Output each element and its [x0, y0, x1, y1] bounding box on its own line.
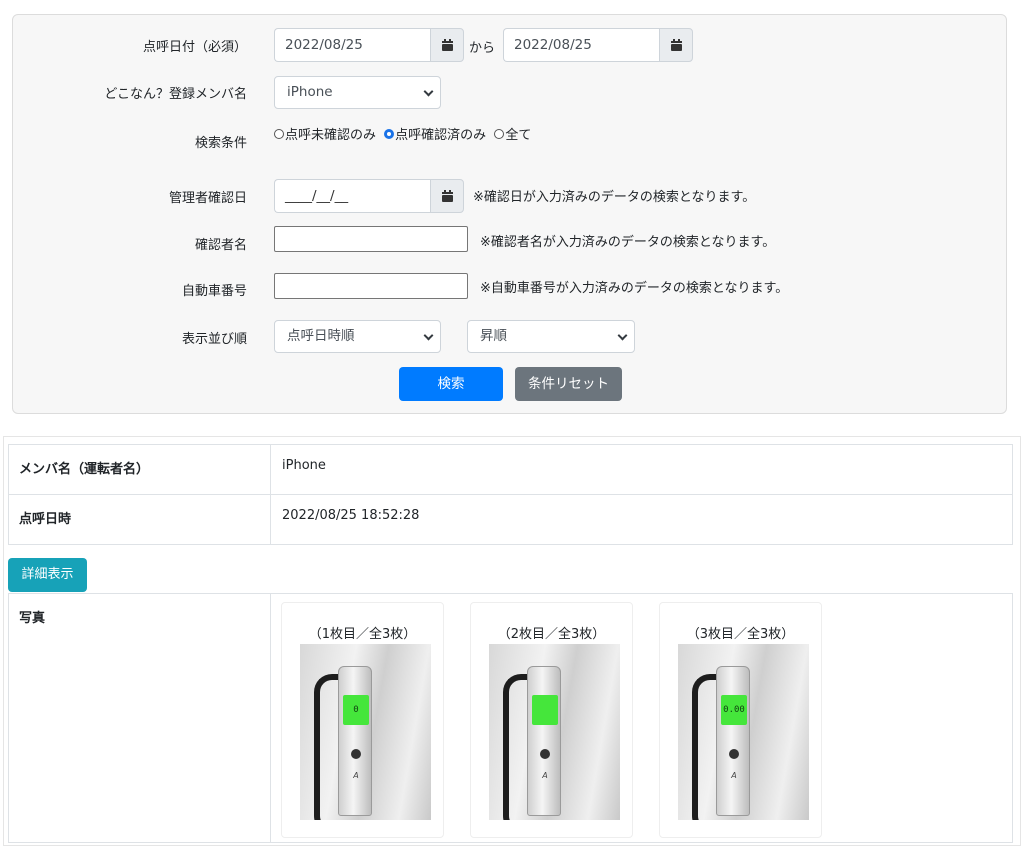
date-separator: から — [469, 41, 496, 56]
device-button-icon — [729, 749, 739, 759]
admin-date-label: 管理者確認日 — [168, 191, 247, 206]
confirmer-label: 確認者名 — [194, 238, 247, 253]
table-row-member: メンバ名（運転者名） iPhone — [8, 444, 1013, 495]
chevron-down-icon — [423, 86, 434, 97]
device-logo: A — [353, 771, 359, 780]
reset-button[interactable]: 条件リセット — [515, 367, 622, 401]
member-header: メンバ名（運転者名） — [9, 445, 271, 494]
cable-shape — [503, 674, 527, 820]
date-from-input[interactable]: 2022/08/25 — [274, 28, 430, 62]
radio-button[interactable] — [494, 128, 505, 139]
device-logo: A — [542, 771, 548, 780]
sort-order-value: 昇順 — [480, 328, 507, 344]
breathalyzer-device: 0.00 A — [716, 666, 750, 816]
photo-card-1: （1枚目／全3枚） 0 A — [281, 602, 444, 838]
date-to-calendar-button[interactable] — [659, 28, 693, 62]
cable-shape — [314, 674, 338, 820]
date-label: 点呼日付（必須） — [142, 40, 247, 55]
radio-all[interactable]: 全て — [494, 124, 531, 143]
datetime-value: 2022/08/25 18:52:28 — [282, 508, 420, 523]
breathalyzer-device: A — [527, 666, 561, 816]
sort-label: 表示並び順 — [181, 332, 247, 347]
screen-reading: 0.00 — [723, 705, 745, 715]
photo-caption: （3枚目／全3枚） — [686, 627, 795, 642]
member-value: iPhone — [282, 458, 326, 473]
admin-date-calendar-button[interactable] — [430, 179, 464, 213]
photo-image[interactable]: A — [489, 644, 620, 820]
search-button[interactable]: 検索 — [399, 367, 503, 401]
admin-date-input[interactable]: ____/__/__ — [274, 179, 430, 213]
confirmer-note: ※確認者名が入力済みのデータの検索となります。 — [480, 235, 776, 250]
sort-order-select[interactable]: 昇順 — [467, 320, 635, 353]
device-screen: 0 — [343, 695, 369, 725]
radio-label: 全て — [505, 128, 532, 143]
member-label: どこなん？登録メンバ名 — [104, 87, 247, 102]
calendar-icon — [441, 189, 453, 202]
photo-card-2: （2枚目／全3枚） A — [470, 602, 633, 838]
chevron-down-icon — [617, 330, 628, 341]
radio-label: 点呼確認済のみ — [395, 128, 487, 143]
device-screen — [532, 695, 558, 725]
sort-field-value: 点呼日時順 — [287, 328, 355, 344]
detail-button[interactable]: 詳細表示 — [8, 558, 87, 592]
radio-confirmed[interactable]: 点呼確認済のみ — [384, 124, 486, 143]
member-select-value: iPhone — [287, 84, 333, 100]
car-number-note: ※自動車番号が入力済みのデータの検索となります。 — [480, 281, 789, 296]
radio-unconfirmed[interactable]: 点呼未確認のみ — [274, 124, 376, 143]
car-number-label: 自動車番号 — [181, 284, 247, 299]
photo-caption: （1枚目／全3枚） — [308, 627, 417, 642]
confirmer-input[interactable] — [274, 226, 468, 252]
device-logo: A — [731, 771, 737, 780]
cable-shape — [692, 674, 716, 820]
chevron-down-icon — [423, 330, 434, 341]
condition-label: 検索条件 — [194, 136, 247, 151]
date-to-input[interactable]: 2022/08/25 — [503, 28, 659, 62]
table-row-datetime: 点呼日時 2022/08/25 18:52:28 — [8, 494, 1013, 545]
radio-button[interactable] — [384, 128, 395, 139]
admin-date-group: ____/__/__ — [274, 179, 464, 213]
photo-card-3: （3枚目／全3枚） 0.00 A — [659, 602, 822, 838]
car-number-input[interactable] — [274, 273, 468, 299]
screen-reading: 0 — [353, 705, 359, 715]
calendar-icon — [441, 38, 453, 51]
datetime-header: 点呼日時 — [9, 495, 271, 544]
photo-caption: （2枚目／全3枚） — [497, 627, 606, 642]
breathalyzer-device: 0 A — [338, 666, 372, 816]
admin-date-note: ※確認日が入力済みのデータの検索となります。 — [473, 190, 756, 205]
device-button-icon — [540, 749, 550, 759]
date-from-calendar-button[interactable] — [430, 28, 464, 62]
condition-radio-group: 点呼未確認のみ 点呼確認済のみ 全て — [274, 124, 535, 143]
date-to-group: 2022/08/25 — [503, 28, 693, 62]
device-button-icon — [351, 749, 361, 759]
sort-field-select[interactable]: 点呼日時順 — [274, 320, 441, 353]
search-panel: 点呼日付（必須） 2022/08/25 から 2022/08/25 どこなん？登… — [12, 14, 1007, 414]
radio-label: 点呼未確認のみ — [285, 128, 377, 143]
calendar-icon — [670, 38, 682, 51]
date-from-group: 2022/08/25 — [274, 28, 464, 62]
photo-image[interactable]: 0 A — [300, 644, 431, 820]
photo-image[interactable]: 0.00 A — [678, 644, 809, 820]
member-select[interactable]: iPhone — [274, 76, 441, 109]
photo-header: 写真 — [9, 594, 271, 842]
device-screen: 0.00 — [721, 695, 747, 725]
radio-button[interactable] — [274, 128, 284, 139]
